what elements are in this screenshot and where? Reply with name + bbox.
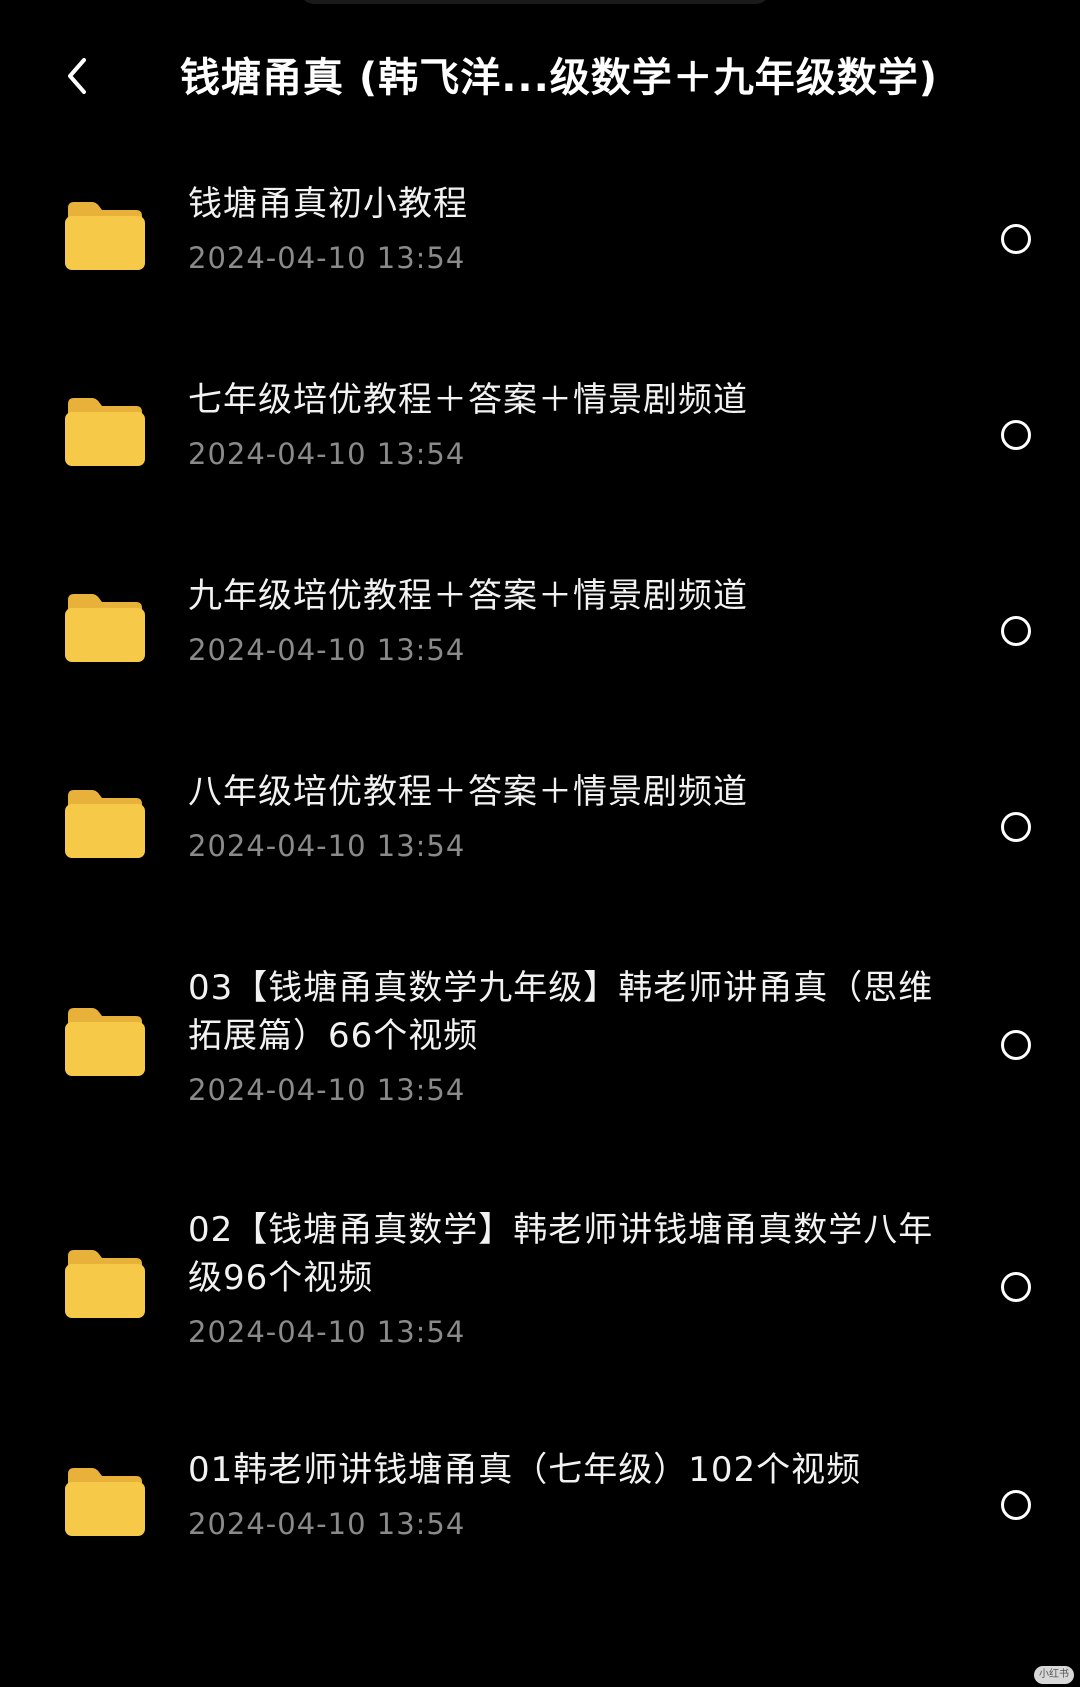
folder-name: 03【钱塘甬真数学九年级】韩老师讲甬真（思维拓展篇）66个视频 (188, 968, 934, 1056)
folder-icon (62, 590, 146, 664)
folder-name: 九年级培优教程＋答案＋情景剧频道 (188, 576, 748, 616)
select-radio[interactable] (1001, 1030, 1031, 1060)
folder-name: 七年级培优教程＋答案＋情景剧频道 (188, 380, 748, 420)
folder-date: 2024-04-10 13:54 (188, 241, 466, 275)
top-bar: 钱塘甬真 (韩飞洋...级数学＋九年级数学) (0, 0, 1080, 160)
folder-icon (62, 394, 146, 468)
folder-date: 2024-04-10 13:54 (188, 1315, 466, 1349)
select-radio[interactable] (1001, 1490, 1031, 1520)
select-radio[interactable] (1001, 420, 1031, 450)
folder-name: 八年级培优教程＋答案＋情景剧频道 (188, 772, 748, 812)
folder-date: 2024-04-10 13:54 (188, 1073, 466, 1107)
folder-date: 2024-04-10 13:54 (188, 437, 466, 471)
page-title: 钱塘甬真 (韩飞洋...级数学＋九年级数学) (180, 55, 939, 101)
folder-icon (62, 786, 146, 860)
folder-name: 02【钱塘甬真数学】韩老师讲钱塘甬真数学八年级96个视频 (188, 1210, 934, 1298)
select-radio[interactable] (1001, 812, 1031, 842)
select-radio[interactable] (1001, 1272, 1031, 1302)
chevron-left-icon (68, 58, 86, 94)
folder-icon (62, 198, 146, 272)
folder-date: 2024-04-10 13:54 (188, 829, 466, 863)
folder-icon (62, 1464, 146, 1538)
folder-date: 2024-04-10 13:54 (188, 633, 466, 667)
folder-name: 01韩老师讲钱塘甬真（七年级）102个视频 (188, 1450, 862, 1490)
select-radio[interactable] (1001, 224, 1031, 254)
folder-icon (62, 1004, 146, 1078)
folder-date: 2024-04-10 13:54 (188, 1507, 466, 1541)
watermark-badge: 小红书 (1034, 1666, 1074, 1684)
back-button[interactable] (56, 48, 100, 104)
folder-icon (62, 1246, 146, 1320)
folder-name: 钱塘甬真初小教程 (188, 184, 468, 224)
select-radio[interactable] (1001, 616, 1031, 646)
